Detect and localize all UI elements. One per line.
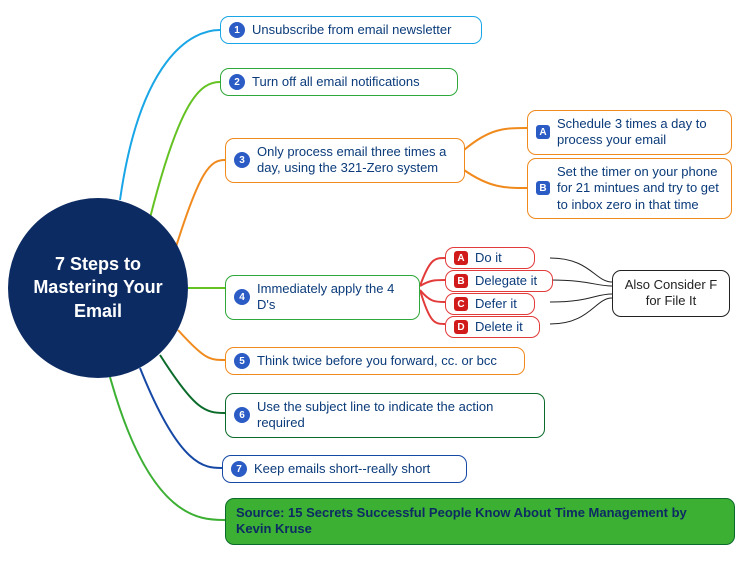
note-label: Also Consider F for File It	[621, 277, 721, 310]
step4-sub-b: B Delegate it	[445, 270, 553, 292]
source-box: Source: 15 Secrets Successful People Kno…	[225, 498, 735, 545]
central-title: 7 Steps to Mastering Your Email	[28, 253, 168, 323]
step3-sub-a: A Schedule 3 times a day to process your…	[527, 110, 732, 155]
step-badge: 2	[229, 74, 245, 90]
step3-sub-b: B Set the timer on your phone for 21 min…	[527, 158, 732, 219]
step4-sub-a: A Do it	[445, 247, 535, 269]
step-label: Keep emails short--really short	[254, 461, 430, 477]
source-label: Source: 15 Secrets Successful People Kno…	[236, 505, 724, 538]
sub-label: Set the timer on your phone for 21 mintu…	[557, 164, 721, 213]
step-label: Use the subject line to indicate the act…	[257, 399, 534, 432]
sub-badge: A	[454, 251, 468, 265]
step-label: Turn off all email notifications	[252, 74, 420, 90]
step-label: Immediately apply the 4 D's	[257, 281, 409, 314]
sub-badge: A	[536, 125, 550, 139]
sub-label: Delegate it	[475, 273, 537, 289]
step-badge: 3	[234, 152, 250, 168]
sub-label: Do it	[475, 250, 502, 266]
step4-sub-c: C Defer it	[445, 293, 535, 315]
step-7: 7 Keep emails short--really short	[222, 455, 467, 483]
step4-sub-d: D Delete it	[445, 316, 540, 338]
sub-badge: B	[454, 274, 468, 288]
step-label: Unsubscribe from email newsletter	[252, 22, 451, 38]
step-label: Think twice before you forward, cc. or b…	[257, 353, 497, 369]
sub-label: Delete it	[475, 319, 523, 335]
mindmap-canvas: 7 Steps to Mastering Your Email 1 Unsubs…	[0, 0, 750, 561]
step-badge: 7	[231, 461, 247, 477]
step-badge: 4	[234, 289, 250, 305]
sub-label: Schedule 3 times a day to process your e…	[557, 116, 721, 149]
sub-badge: D	[454, 320, 468, 334]
sub-badge: B	[536, 181, 550, 195]
sub-label: Defer it	[475, 296, 517, 312]
step-badge: 6	[234, 407, 250, 423]
step-3: 3 Only process email three times a day, …	[225, 138, 465, 183]
step-4: 4 Immediately apply the 4 D's	[225, 275, 420, 320]
step4-note: Also Consider F for File It	[612, 270, 730, 317]
central-topic: 7 Steps to Mastering Your Email	[8, 198, 188, 378]
step-badge: 1	[229, 22, 245, 38]
step-6: 6 Use the subject line to indicate the a…	[225, 393, 545, 438]
step-label: Only process email three times a day, us…	[257, 144, 454, 177]
step-1: 1 Unsubscribe from email newsletter	[220, 16, 482, 44]
step-badge: 5	[234, 353, 250, 369]
step-2: 2 Turn off all email notifications	[220, 68, 458, 96]
step-5: 5 Think twice before you forward, cc. or…	[225, 347, 525, 375]
sub-badge: C	[454, 297, 468, 311]
